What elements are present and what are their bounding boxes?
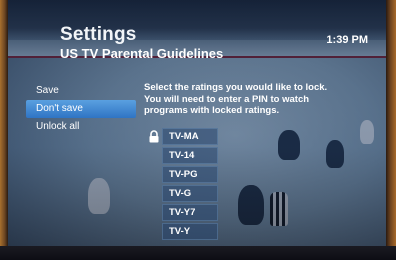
rating-row-tv-ma[interactable]: TV-MA	[144, 128, 222, 146]
lock-icon	[149, 130, 159, 143]
instructions-line: You will need to enter a PIN to watch	[144, 93, 310, 105]
dont-save-button[interactable]: Don't save	[26, 100, 136, 118]
rating-label[interactable]: TV-MA	[162, 128, 218, 145]
rating-label[interactable]: TV-Y	[162, 223, 218, 240]
rating-row-tv-y[interactable]: TV-Y	[144, 223, 222, 241]
instructions-line: programs with locked ratings.	[144, 105, 280, 116]
page-title: Settings	[60, 24, 137, 45]
tv-bezel-bottom	[0, 246, 396, 260]
rating-row-tv-y7[interactable]: TV-Y7	[144, 204, 222, 222]
clock: 1:39 PM	[326, 34, 368, 46]
rating-row-tv-g[interactable]: TV-G	[144, 185, 222, 203]
instructions-text: Select the ratings you would like to loc…	[144, 82, 379, 117]
action-menu: Save Don't save Unlock all	[26, 82, 136, 136]
tv-bezel-right	[386, 0, 396, 260]
page-subtitle: US TV Parental Guidelines	[60, 46, 224, 61]
tv-bezel-left	[0, 0, 8, 260]
ratings-list: TV-MA TV-14 TV-PG TV-G TV-Y7 TV-Y	[144, 128, 222, 242]
rating-row-tv-pg[interactable]: TV-PG	[144, 166, 222, 184]
unlock-all-button[interactable]: Unlock all	[26, 118, 136, 136]
rating-row-tv-14[interactable]: TV-14	[144, 147, 222, 165]
save-button[interactable]: Save	[26, 82, 136, 100]
rating-label[interactable]: TV-14	[162, 147, 218, 164]
rating-label[interactable]: TV-Y7	[162, 204, 218, 221]
instructions-line: Select the ratings you would like to loc…	[144, 82, 328, 93]
rating-label[interactable]: TV-G	[162, 185, 218, 202]
rating-label[interactable]: TV-PG	[162, 166, 218, 183]
